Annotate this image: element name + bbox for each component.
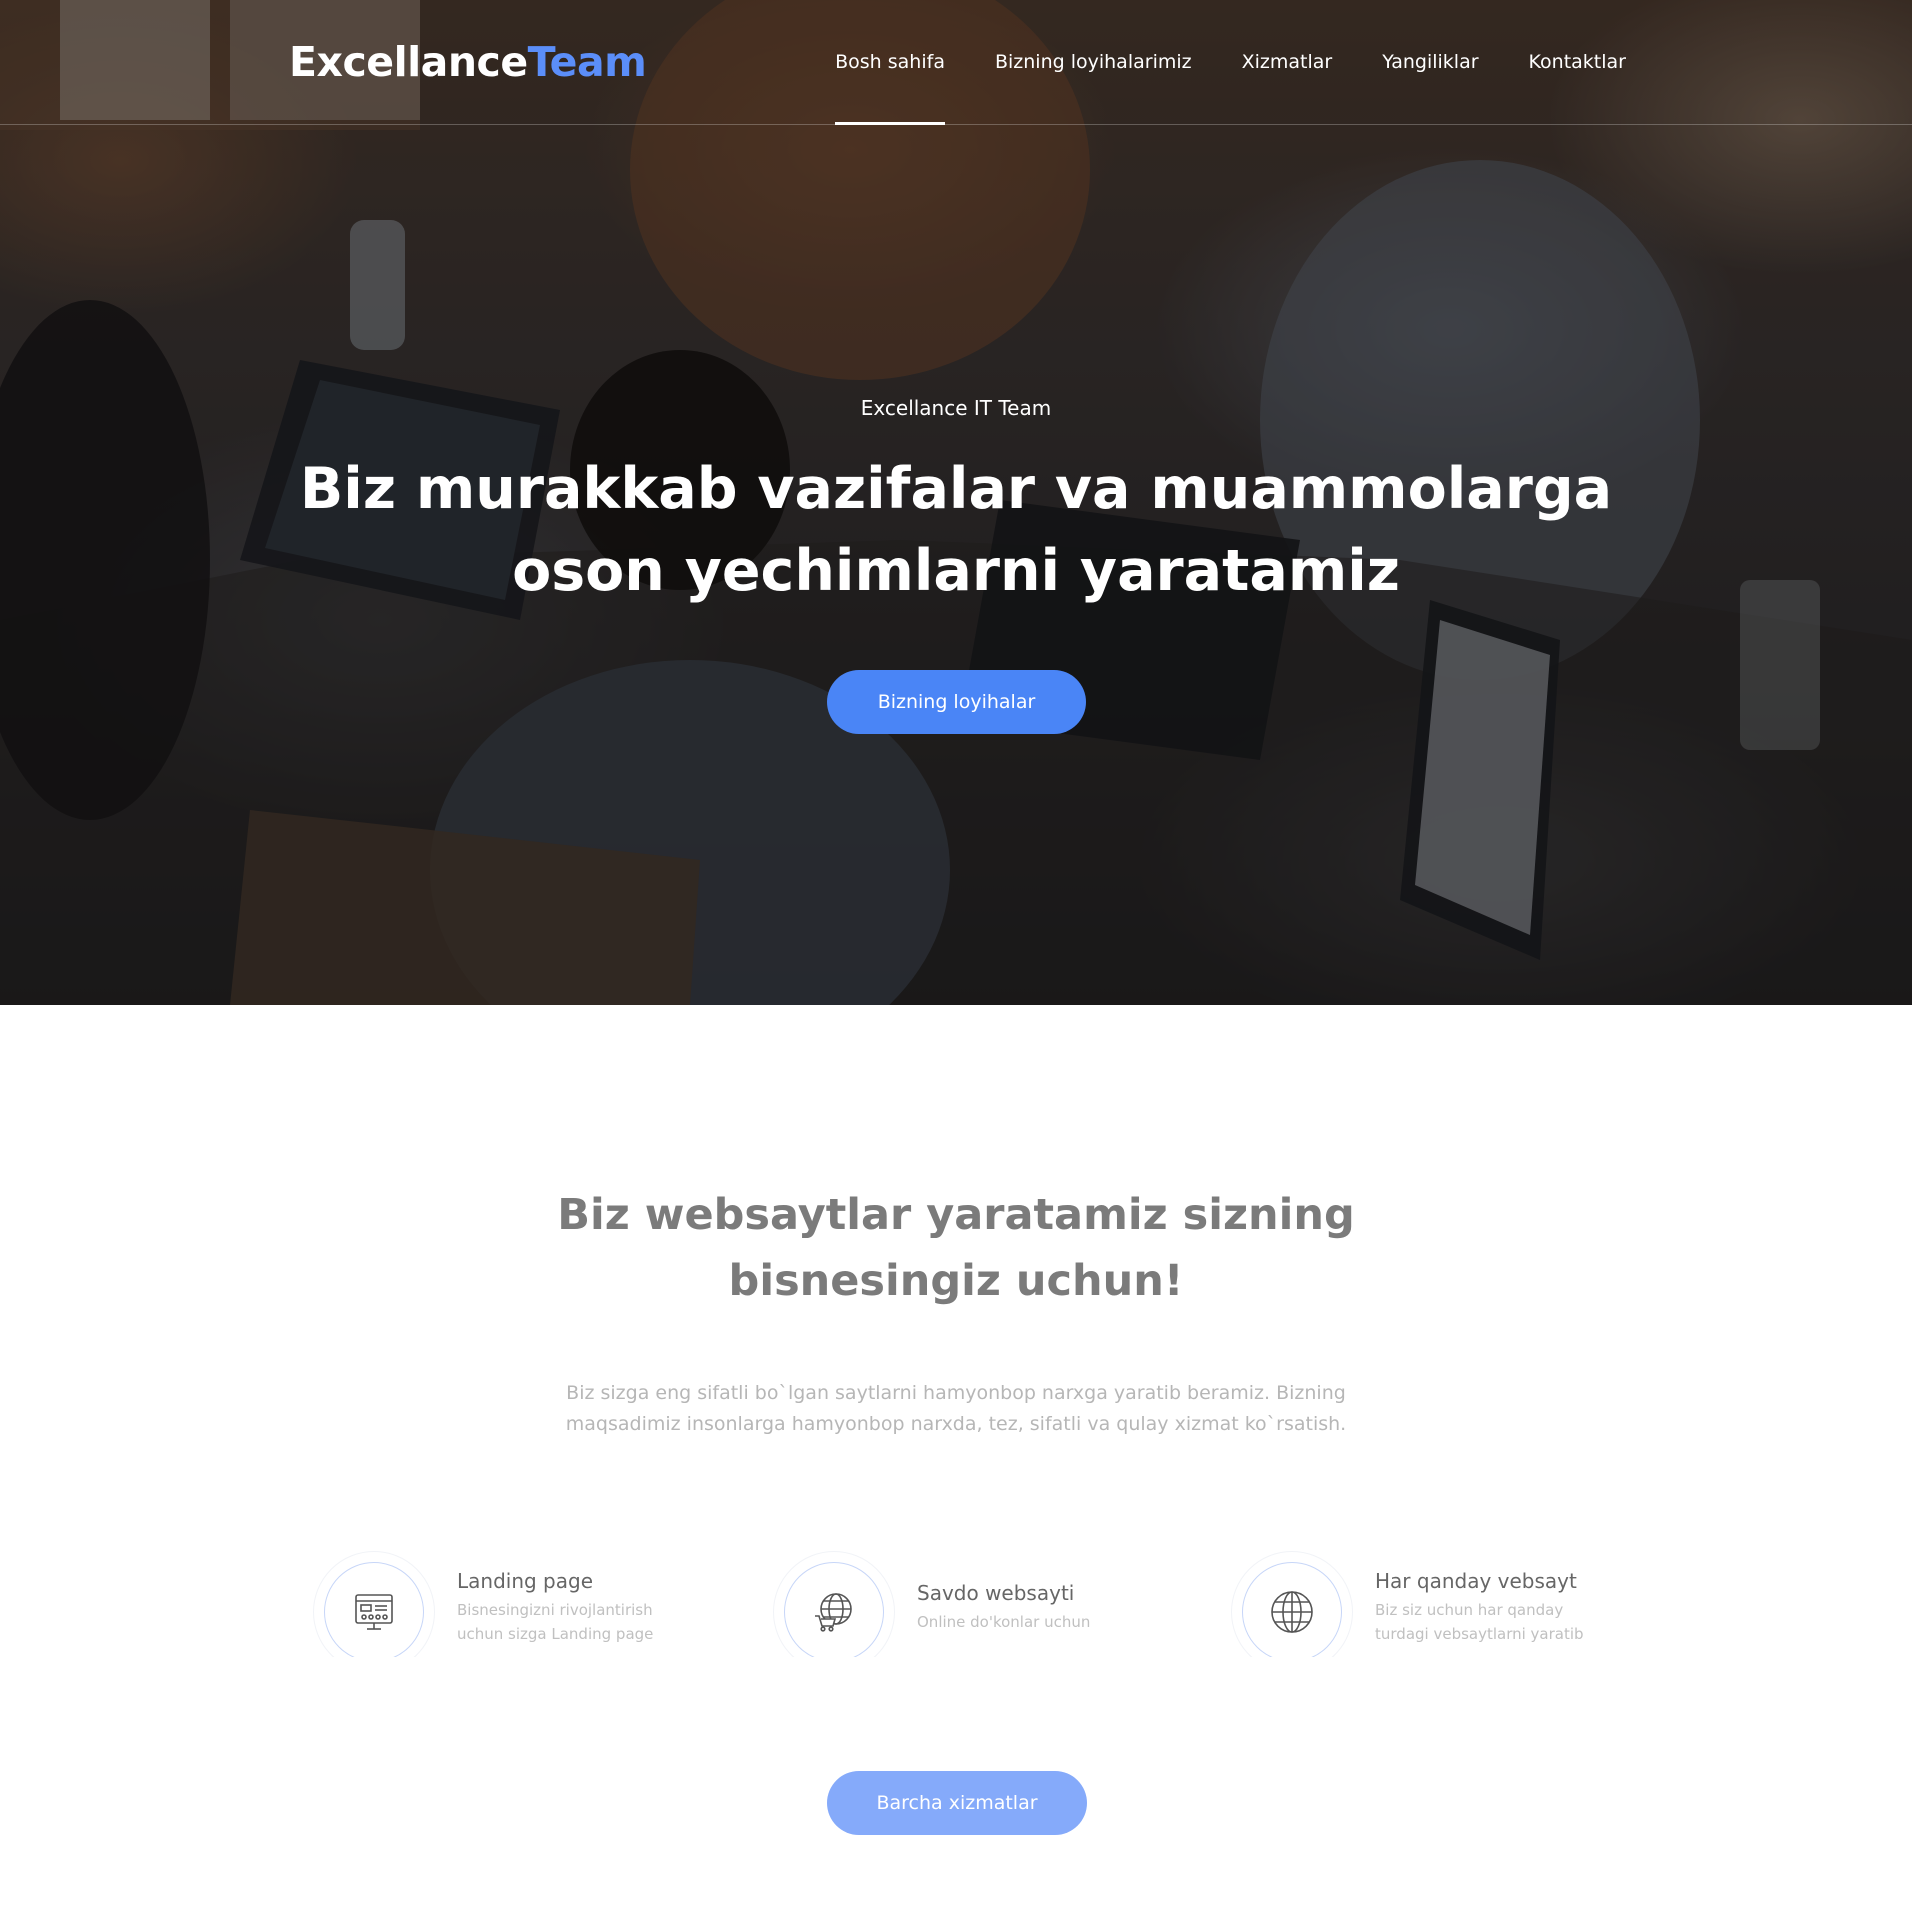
feature-text: Landing page Bisnesingizni rivojlantiris… bbox=[457, 1569, 727, 1646]
services-description-line-2: maqsadimiz insonlarga hamyonbop narxda, … bbox=[565, 1413, 1347, 1435]
all-services-button[interactable]: Barcha xizmatlar bbox=[827, 1771, 1087, 1835]
feature-text: Har qanday vebsayt Biz siz uchun har qan… bbox=[1375, 1569, 1645, 1646]
services-title-line-2: bisnesingiz uchun! bbox=[728, 1256, 1184, 1306]
feature-description: Online do'konlar uchun bbox=[917, 1613, 1091, 1631]
feature-icon-ring bbox=[1231, 1551, 1353, 1657]
feature-icon-circle bbox=[784, 1562, 884, 1657]
services-title-line-1: Biz websaytlar yaratamiz sizning bbox=[557, 1190, 1355, 1240]
feature-icon-ring bbox=[313, 1551, 435, 1657]
feature-text: Savdo websayti Online do'konlar uchun bbox=[917, 1581, 1187, 1634]
feature-landing-page[interactable]: Landing page Bisnesingizni rivojlantiris… bbox=[313, 1551, 733, 1657]
services-title: Biz websaytlar yaratamiz sizning bisnesin… bbox=[456, 1182, 1456, 1314]
nav-link-services[interactable]: Xizmatlar bbox=[1242, 0, 1333, 124]
feature-title: Har qanday vebsayt bbox=[1375, 1569, 1577, 1593]
nav-link-home[interactable]: Bosh sahifa bbox=[835, 0, 945, 125]
logo-text-accent: Team bbox=[527, 38, 647, 86]
feature-description: Bisnesingizni rivojlantirish uchun sizga … bbox=[457, 1598, 727, 1646]
hero-title-line-2: oson yechimlarni yaratamiz bbox=[512, 538, 1400, 604]
site-logo[interactable]: ExcellanceTeam bbox=[289, 38, 647, 86]
nav-link-contacts[interactable]: Kontaktlar bbox=[1529, 0, 1626, 124]
feature-title: Landing page bbox=[457, 1569, 594, 1593]
feature-description-line-2: uchun sizga Landing page bbox=[457, 1625, 654, 1643]
logo-text-main: Excellance bbox=[289, 38, 528, 86]
our-projects-button[interactable]: Bizning loyihalar bbox=[827, 670, 1086, 734]
browser-window-icon bbox=[355, 1594, 393, 1630]
feature-description-line-1: Bisnesingizni rivojlantirish bbox=[457, 1601, 653, 1619]
feature-icon-circle bbox=[324, 1562, 424, 1657]
hero-section: ExcellanceTeam Bosh sahifa Bizning loyih… bbox=[0, 0, 1912, 1005]
hero-subtitle: Excellance IT Team bbox=[860, 396, 1052, 420]
hero-title: Biz murakkab vazifalar va muammolarga oso… bbox=[256, 448, 1656, 612]
main-menu: Bosh sahifa Bizning loyihalarimiz Xizmat… bbox=[835, 0, 1626, 125]
services-description-line-1: Biz sizga eng sifatli bo`lgan saytlarni … bbox=[566, 1382, 1346, 1404]
feature-icon-ring bbox=[773, 1551, 895, 1657]
feature-icon-circle bbox=[1242, 1562, 1342, 1657]
globe-icon bbox=[1271, 1591, 1313, 1633]
globe-cart-icon bbox=[815, 1593, 852, 1632]
feature-description: Biz siz uchun har qanday turdagi vebsaytl… bbox=[1375, 1598, 1645, 1646]
services-description: Biz sizga eng sifatli bo`lgan saytlarni … bbox=[506, 1378, 1406, 1440]
feature-ecommerce-site[interactable]: Savdo websayti Online do'konlar uchun bbox=[773, 1551, 1193, 1657]
feature-description-line-1: Biz siz uchun har qanday bbox=[1375, 1601, 1564, 1619]
nav-link-projects[interactable]: Bizning loyihalarimiz bbox=[995, 0, 1192, 124]
feature-any-website[interactable]: Har qanday vebsayt Biz siz uchun har qan… bbox=[1231, 1551, 1651, 1657]
top-navbar: ExcellanceTeam Bosh sahifa Bizning loyih… bbox=[0, 0, 1912, 125]
feature-description-line-2: turdagi vebsaytlarni yaratib bbox=[1375, 1625, 1584, 1643]
hero-title-line-1: Biz murakkab vazifalar va muammolarga bbox=[299, 456, 1613, 522]
feature-title: Savdo websayti bbox=[917, 1581, 1075, 1605]
nav-link-news[interactable]: Yangiliklar bbox=[1382, 0, 1478, 124]
